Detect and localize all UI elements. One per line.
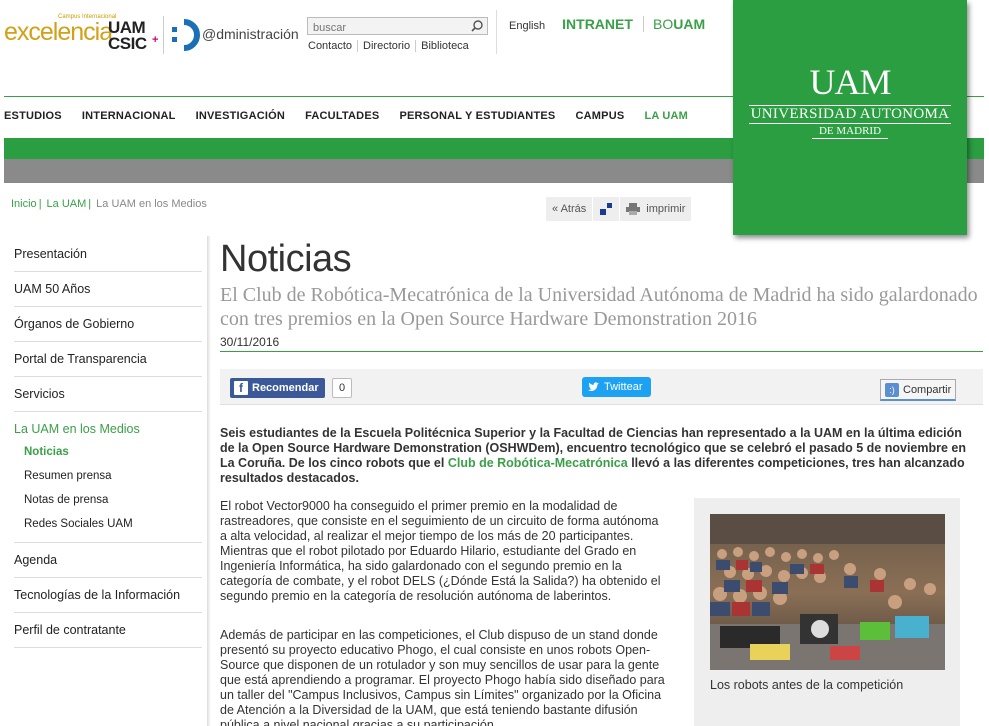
twitter-label: Twittear (604, 381, 643, 393)
logo-uam-csic[interactable]: UAM CSIC + (108, 19, 158, 53)
nav-item-estudios[interactable]: ESTUDIOS (4, 110, 62, 122)
brand-madrid: DE MADRID (812, 124, 888, 139)
printer-icon (626, 203, 641, 215)
sidebar-item-servicios[interactable]: Servicios (14, 377, 202, 412)
nav-item-facultades[interactable]: FACULTADES (305, 110, 379, 122)
utility-links: Contacto Directorio Biblioteca (308, 40, 474, 52)
facebook-icon: f (234, 381, 248, 395)
photo-figure: Los robots antes de la competición (694, 498, 960, 726)
breadcrumb-current: La UAM en los Medios (96, 198, 207, 210)
csic-text: CSIC (108, 34, 147, 53)
brand-universidad: UNIVERSIDAD AUTONOMA (749, 105, 951, 124)
excelencia-wordmark: excelencia (4, 18, 113, 46)
search-box (307, 17, 488, 36)
print-label: imprimir (646, 203, 686, 215)
nav-item-campus[interactable]: CAMPUS (576, 110, 625, 122)
share-widget-icon (600, 203, 613, 215)
article: Noticias El Club de Robótica-Mecatrónica… (220, 236, 983, 726)
nav-item-la-uam[interactable]: LA UAM (644, 110, 688, 122)
article-paragraph-2: Además de participar en las competicione… (220, 628, 665, 726)
bouam-prefix: BO (652, 16, 674, 32)
link-english[interactable]: English (509, 20, 545, 32)
link-bouam[interactable]: BOUAM (653, 16, 705, 32)
club-robotica-link[interactable]: Club de Robótica-Mecatrónica (448, 456, 628, 470)
brand-uam: UAM (809, 62, 891, 102)
sidebar-sub-redes-sociales[interactable]: Redes Sociales UAM (14, 512, 202, 536)
sidebar-item-agenda[interactable]: Agenda (14, 543, 202, 578)
header-quick-links: English INTRANET BOUAM (509, 16, 705, 32)
search-input[interactable] (308, 20, 463, 36)
breadcrumb: Inicio | La UAM | La UAM en los Medios (11, 198, 207, 210)
share-label: Compartir (903, 384, 952, 396)
bouam-suffix: UAM (673, 16, 706, 32)
main-nav: ESTUDIOS INTERNACIONAL INVESTIGACIÓN FAC… (4, 110, 705, 122)
print-button[interactable]: imprimir (620, 197, 693, 221)
sidebar-submenu: Noticias Resumen prensa Notas de prensa … (14, 440, 202, 543)
twitter-button[interactable]: Twittear (582, 377, 651, 397)
breadcrumb-inicio[interactable]: Inicio (11, 198, 37, 210)
page-tools: « Atrás imprimir (546, 197, 693, 221)
sidebar-item-transparencia[interactable]: Portal de Transparencia (14, 342, 202, 377)
administracion-text: @dministración (202, 26, 299, 42)
photo-caption: Los robots antes de la competición (710, 678, 904, 692)
sidebar-item-perfil-contratante[interactable]: Perfil de contratante (14, 613, 202, 648)
sidebar-item-presentacion[interactable]: Presentación (14, 237, 202, 272)
sidebar-item-tecnologias[interactable]: Tecnologías de la Información (14, 578, 202, 613)
link-intranet[interactable]: INTRANET (562, 16, 644, 32)
administracion-logo-icon (172, 19, 200, 51)
share-bar: f Recomendar 0 Twittear :) Compartir (220, 369, 983, 405)
nav-item-investigacion[interactable]: INVESTIGACIÓN (196, 110, 285, 122)
header-divider (496, 10, 497, 54)
facebook-label: Recomendar (252, 382, 319, 394)
uam-brand-box[interactable]: UAM UNIVERSIDAD AUTONOMA DE MADRID (733, 0, 967, 235)
sidebar: Presentación UAM 50 Años Órganos de Gobi… (14, 237, 202, 648)
breadcrumb-la-uam[interactable]: La UAM (47, 198, 87, 210)
facebook-count: 0 (332, 378, 353, 398)
back-button[interactable]: « Atrás (546, 197, 594, 221)
article-paragraph-1: El robot Vector9000 ha conseguido el pri… (220, 499, 661, 603)
nav-item-personal-estudiantes[interactable]: PERSONAL Y ESTUDIANTES (399, 110, 555, 122)
plus-mark: + (152, 34, 158, 46)
sidebar-item-organos-gobierno[interactable]: Órganos de Gobierno (14, 307, 202, 342)
search-icon[interactable] (469, 19, 485, 33)
article-headline: El Club de Robótica-Mecatrónica de la Un… (220, 284, 978, 330)
sidebar-item-uam-50[interactable]: UAM 50 Años (14, 272, 202, 307)
link-biblioteca[interactable]: Biblioteca (415, 40, 474, 52)
breadcrumb-separator: | (38, 198, 42, 210)
share-widget-button[interactable] (593, 197, 621, 221)
facebook-recommend-button[interactable]: f Recomendar (230, 378, 325, 398)
breadcrumb-separator: | (88, 198, 92, 210)
link-contacto[interactable]: Contacto (308, 40, 357, 52)
page-title: Noticias (220, 238, 352, 280)
nav-item-internacional[interactable]: INTERNACIONAL (82, 110, 176, 122)
link-directorio[interactable]: Directorio (357, 40, 415, 52)
article-date: 30/11/2016 (220, 335, 983, 352)
sidebar-sub-resumen-prensa[interactable]: Resumen prensa (14, 464, 202, 488)
logo-divider (163, 16, 164, 54)
sidebar-sub-notas-prensa[interactable]: Notas de prensa (14, 488, 202, 512)
twitter-bird-icon (588, 382, 599, 391)
article-lead: Seis estudiantes de la Escuela Politécni… (220, 426, 975, 486)
share-button[interactable]: :) Compartir (880, 379, 957, 401)
competition-photo[interactable] (710, 514, 945, 670)
share-icon: :) (885, 383, 899, 397)
sidebar-shadow (207, 236, 211, 726)
